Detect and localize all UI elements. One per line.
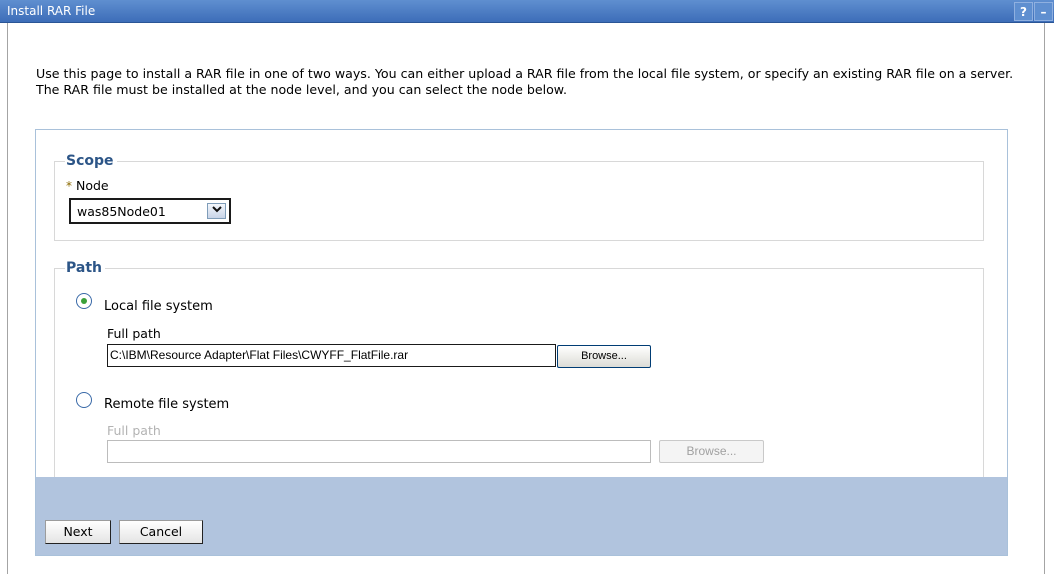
window-right-border bbox=[1044, 23, 1045, 574]
local-full-path-label: Full path bbox=[107, 326, 161, 341]
remote-full-path-label: Full path bbox=[107, 423, 161, 438]
required-marker: * bbox=[66, 179, 72, 193]
window-titlebar: Install RAR File ? – bbox=[0, 0, 1054, 23]
local-browse-button[interactable]: Browse... bbox=[557, 345, 651, 368]
node-label-text: Node bbox=[75, 178, 109, 193]
next-button[interactable]: Next bbox=[45, 520, 111, 544]
cancel-button[interactable]: Cancel bbox=[119, 520, 203, 544]
local-full-path-input[interactable]: C:\IBM\Resource Adapter\Flat Files\CWYFF… bbox=[107, 344, 556, 367]
window-left-border bbox=[7, 23, 8, 574]
page-description: Use this page to install a RAR file in o… bbox=[36, 66, 1014, 97]
install-form-panel: Scope * Node was85Node01 Path Local file… bbox=[35, 129, 1008, 556]
remote-full-path-input bbox=[107, 440, 651, 463]
window-title: Install RAR File bbox=[7, 4, 96, 18]
chevron-down-icon[interactable] bbox=[207, 203, 226, 219]
remote-file-system-radio[interactable] bbox=[76, 392, 92, 408]
scope-legend: Scope bbox=[65, 153, 117, 169]
local-file-system-radio[interactable] bbox=[76, 293, 92, 309]
local-file-system-label[interactable]: Local file system bbox=[104, 299, 213, 314]
remote-browse-button: Browse... bbox=[659, 440, 764, 463]
minimize-button[interactable]: – bbox=[1034, 2, 1053, 21]
node-select[interactable]: was85Node01 bbox=[69, 198, 231, 224]
help-button[interactable]: ? bbox=[1014, 2, 1033, 21]
node-select-value: was85Node01 bbox=[77, 204, 166, 219]
node-field-label: * Node bbox=[66, 178, 109, 193]
path-legend: Path bbox=[65, 260, 105, 276]
radio-selected-dot bbox=[81, 298, 87, 304]
remote-file-system-label[interactable]: Remote file system bbox=[104, 397, 229, 412]
